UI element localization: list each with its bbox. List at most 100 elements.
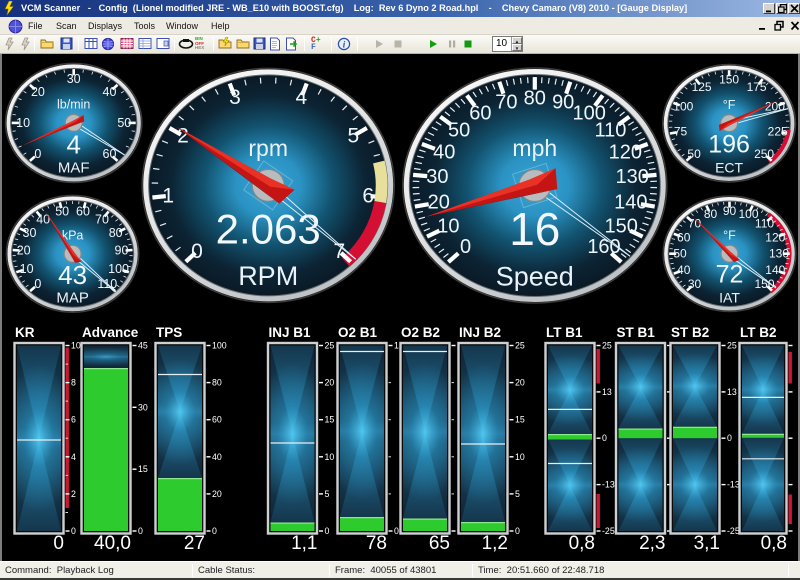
svg-text:50: 50: [687, 147, 701, 161]
svg-text:25: 25: [727, 341, 737, 351]
svg-text:50: 50: [448, 119, 470, 141]
svg-text:LT B1: LT B1: [546, 325, 583, 340]
svg-text:50: 50: [117, 116, 131, 130]
svg-text:13: 13: [602, 387, 612, 397]
svg-text:4: 4: [71, 452, 76, 462]
svg-text:90: 90: [552, 91, 574, 113]
svg-text:RPM: RPM: [238, 261, 298, 291]
svg-text:6: 6: [362, 184, 374, 207]
svg-text:20: 20: [31, 85, 45, 99]
svg-text:2: 2: [71, 489, 76, 499]
svg-text:10: 10: [71, 341, 81, 351]
svg-text:0: 0: [515, 526, 520, 536]
svg-text:-25: -25: [602, 526, 615, 536]
svg-text:5: 5: [348, 124, 360, 147]
svg-text:4: 4: [296, 86, 308, 109]
svg-text:0: 0: [325, 526, 330, 536]
svg-text:0: 0: [34, 147, 41, 161]
svg-text:10: 10: [515, 452, 525, 462]
svg-text:2: 2: [177, 124, 189, 147]
svg-text:0: 0: [727, 433, 732, 443]
svg-text:25: 25: [602, 341, 612, 351]
svg-text:65: 65: [429, 533, 450, 554]
svg-text:30: 30: [688, 277, 702, 291]
svg-text:50: 50: [55, 205, 69, 219]
svg-text:INJ B2: INJ B2: [459, 325, 501, 340]
svg-text:MAP: MAP: [56, 289, 89, 306]
svg-text:120: 120: [609, 141, 642, 163]
svg-text:10: 10: [437, 215, 459, 237]
svg-text:O2 B2: O2 B2: [401, 325, 440, 340]
svg-text:rpm: rpm: [248, 135, 288, 161]
svg-text:60: 60: [677, 230, 691, 244]
svg-text:-13: -13: [602, 480, 615, 490]
svg-text:INJ B1: INJ B1: [269, 325, 312, 340]
svg-text:20: 20: [515, 378, 525, 388]
svg-text:45: 45: [138, 341, 148, 351]
svg-text:8: 8: [71, 378, 76, 388]
svg-text:225: 225: [768, 125, 788, 139]
svg-text:KR: KR: [15, 325, 35, 340]
svg-text:Speed: Speed: [496, 261, 574, 291]
svg-text:70: 70: [495, 91, 517, 113]
svg-text:60: 60: [469, 102, 491, 124]
svg-text:20: 20: [17, 244, 31, 258]
svg-text:196: 196: [708, 131, 750, 159]
svg-text:0: 0: [138, 526, 143, 536]
svg-text:27: 27: [184, 533, 205, 554]
svg-text:1,2: 1,2: [482, 533, 508, 554]
svg-text:72: 72: [716, 261, 744, 289]
svg-text:120: 120: [765, 230, 785, 244]
svg-text:-25: -25: [727, 526, 740, 536]
svg-text:°F: °F: [723, 98, 736, 112]
svg-text:2,3: 2,3: [639, 533, 665, 554]
svg-text:20: 20: [212, 489, 222, 499]
svg-text:50: 50: [673, 247, 687, 261]
svg-text:125: 125: [692, 80, 712, 94]
svg-text:1,1: 1,1: [291, 533, 317, 554]
svg-text:75: 75: [674, 125, 688, 139]
svg-text:mph: mph: [512, 135, 557, 161]
svg-text:70: 70: [95, 212, 109, 226]
svg-text:40: 40: [212, 452, 222, 462]
svg-text:13: 13: [727, 387, 737, 397]
svg-text:100: 100: [673, 100, 693, 114]
svg-text:20: 20: [325, 378, 335, 388]
svg-text:5: 5: [515, 489, 520, 499]
svg-text:40,0: 40,0: [94, 533, 131, 554]
svg-text:0,8: 0,8: [569, 533, 595, 554]
svg-text:3,1: 3,1: [694, 533, 720, 554]
svg-text:130: 130: [769, 247, 789, 261]
svg-text:0,8: 0,8: [761, 533, 787, 554]
svg-text:1: 1: [162, 184, 174, 207]
svg-text:4: 4: [66, 130, 80, 160]
svg-text:110: 110: [755, 216, 774, 230]
svg-text:80: 80: [109, 226, 123, 240]
svg-text:0: 0: [191, 240, 203, 263]
svg-text:90: 90: [723, 204, 737, 218]
svg-text:130: 130: [616, 166, 649, 188]
svg-text:160: 160: [587, 236, 620, 258]
svg-text:100: 100: [108, 262, 129, 276]
svg-text:60: 60: [76, 205, 90, 219]
svg-text:60: 60: [212, 415, 222, 425]
svg-text:2.063: 2.063: [216, 205, 321, 252]
svg-text:0: 0: [53, 533, 64, 554]
svg-text:78: 78: [366, 533, 387, 554]
svg-text:250: 250: [754, 147, 774, 161]
svg-text:0: 0: [212, 526, 217, 536]
svg-text:25: 25: [325, 341, 335, 351]
svg-text:10: 10: [325, 452, 335, 462]
svg-text:10: 10: [16, 116, 30, 130]
svg-text:6: 6: [71, 415, 76, 425]
svg-text:16: 16: [509, 203, 560, 255]
svg-text:30: 30: [138, 402, 148, 412]
svg-text:30: 30: [426, 166, 448, 188]
svg-text:TPS: TPS: [156, 325, 182, 340]
svg-text:15: 15: [515, 415, 525, 425]
svg-text:0: 0: [394, 526, 399, 536]
svg-text:80: 80: [524, 88, 546, 110]
svg-text:110: 110: [595, 119, 627, 141]
svg-text:10: 10: [20, 262, 34, 276]
svg-text:15: 15: [325, 415, 335, 425]
